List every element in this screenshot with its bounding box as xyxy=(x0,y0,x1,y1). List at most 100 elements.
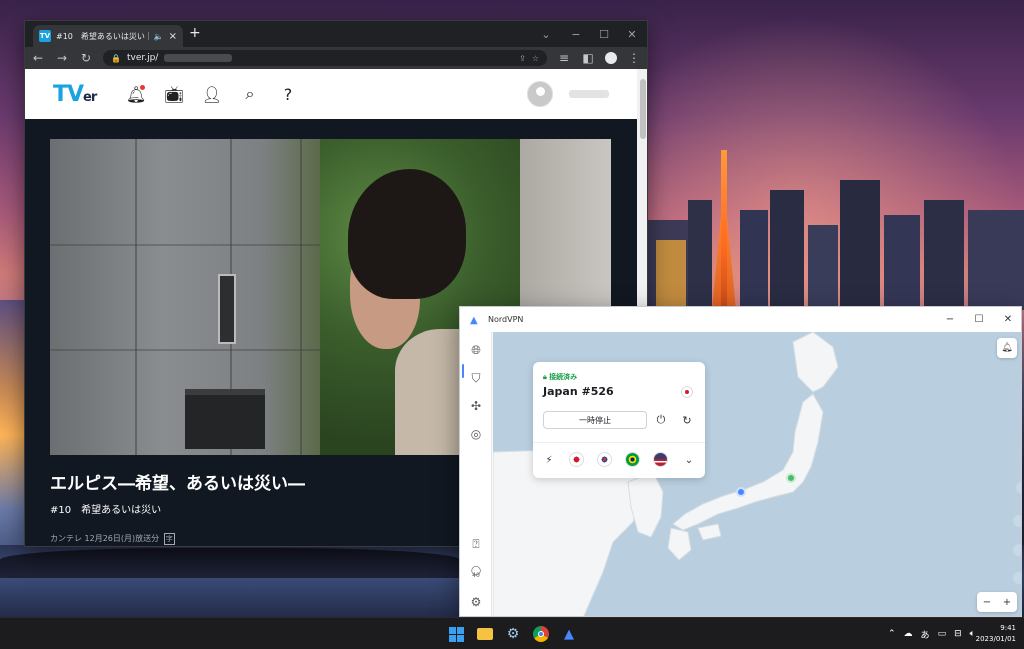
chrome-icon[interactable] xyxy=(531,624,551,644)
clock-date: 2023/01/01 xyxy=(975,635,1016,643)
forward-arrow-icon[interactable]: → xyxy=(55,51,69,65)
caption-badge: 字 xyxy=(163,533,175,545)
tv-icon[interactable]: 📺︎ xyxy=(163,83,185,105)
tokyo-server-pin[interactable] xyxy=(786,473,796,483)
person-hair xyxy=(348,169,466,299)
globe-icon[interactable]: 🌐︎ xyxy=(468,342,484,358)
vpn-map[interactable]: 🔒︎ 接続済み Japan #526 一時停止 ⏻ ↻ ⚡︎ ⌄ 🔔︎ − + xyxy=(493,332,1021,616)
offscreen-pin xyxy=(1013,544,1021,556)
search-icon[interactable]: ⌕ xyxy=(239,83,261,105)
reload-icon[interactable]: ↻ xyxy=(79,51,93,65)
new-tab-button[interactable]: + xyxy=(189,25,201,41)
episode-meta: カンテレ 12月26日(月)放送分 字 xyxy=(50,533,175,545)
notification-dot xyxy=(140,85,145,90)
tab-search-icon[interactable]: ⌄ xyxy=(531,21,561,47)
user-icon[interactable]: 👤︎ xyxy=(201,83,223,105)
scroll-thumb[interactable] xyxy=(640,79,646,139)
nordvpn-titlebar: ▲ NordVPN − ☐ ✕ xyxy=(460,307,1021,332)
clock[interactable]: 9:41 2023/01/01 xyxy=(976,623,1016,645)
help-icon[interactable]: ? xyxy=(277,83,299,105)
ime-indicator[interactable]: あ xyxy=(921,628,930,641)
chevron-down-icon[interactable]: ⌄ xyxy=(681,452,697,468)
target-icon[interactable]: ◎ xyxy=(468,426,484,442)
tver-header: TVer 🔔︎ 📺︎ 👤︎ ⌕ ? xyxy=(25,69,637,119)
mailbox xyxy=(185,389,265,449)
network-icon[interactable]: ⊟ xyxy=(954,629,962,639)
minimize-button[interactable]: − xyxy=(561,21,591,47)
browser-tab[interactable]: TV #10 希望あるいは災い｜TVer 🔈 × xyxy=(33,25,183,47)
close-tab-icon[interactable]: × xyxy=(169,31,177,42)
clock-time: 9:41 xyxy=(1000,624,1016,632)
system-tray: ⌃ ☁ あ ▭ ⊟ 🔈︎ xyxy=(888,618,975,649)
zoom-controls: − + xyxy=(977,592,1017,612)
brazil-flag-quick-icon[interactable] xyxy=(625,452,640,467)
volume-icon[interactable]: 🔈︎ xyxy=(970,629,975,639)
meshnet-icon[interactable]: ✣ xyxy=(468,398,484,414)
refresh-icon[interactable]: ↻ xyxy=(679,412,695,428)
profile-icon[interactable] xyxy=(605,52,617,64)
shield-icon[interactable]: ⛉ xyxy=(468,370,484,386)
bookmark-star-icon[interactable]: ☆ xyxy=(532,54,539,63)
japan-flag-icon xyxy=(681,386,693,398)
browser-toolbar: ← → ↻ 🔒 tver.jp/ ⇪ ☆ ≡ ◧ ⋮ xyxy=(25,47,647,69)
offscreen-pin xyxy=(1016,482,1021,494)
speaker-icon[interactable]: 🔈 xyxy=(154,32,164,41)
display-icon[interactable]: ▭ xyxy=(938,629,947,639)
tver-logo[interactable]: TVer xyxy=(53,82,109,107)
server-name: Japan #526 xyxy=(543,385,614,398)
zoom-in-button[interactable]: + xyxy=(1003,597,1011,608)
redacted-url-path xyxy=(164,54,233,62)
reading-list-icon[interactable]: ≡ xyxy=(557,51,571,65)
file-explorer-icon[interactable] xyxy=(475,624,495,644)
lock-icon: 🔒 xyxy=(111,53,121,63)
bell-icon[interactable]: 🔔︎ xyxy=(125,83,147,105)
share-icon[interactable]: ⇪ xyxy=(519,54,526,63)
broadcast-info: カンテレ 12月26日(月)放送分 xyxy=(50,534,160,543)
pause-button[interactable]: 一時停止 xyxy=(543,411,647,429)
badge-count: 40 xyxy=(472,571,480,579)
usa-flag-quick-icon[interactable] xyxy=(653,452,668,467)
nordvpn-sidebar: 🌐︎ ⛉ ✣ ◎ ⍰ ◯ 40 ⚙︎ xyxy=(460,332,492,616)
lightning-icon[interactable]: ⚡︎ xyxy=(541,452,557,468)
episode-title: エルピス―希望、あるいは災い― xyxy=(50,474,305,494)
avatar[interactable] xyxy=(527,81,553,107)
back-arrow-icon[interactable]: ← xyxy=(31,51,45,65)
korea-flag-quick-icon[interactable] xyxy=(597,452,612,467)
city-skyline xyxy=(648,150,1024,310)
tver-favicon-icon: TV xyxy=(39,30,51,42)
nord-close-button[interactable]: ✕ xyxy=(994,307,1021,332)
notification-bell-icon[interactable]: 🔔︎ xyxy=(997,338,1017,358)
tver-logo-main: TV xyxy=(53,81,84,107)
address-bar[interactable]: 🔒 tver.jp/ ⇪ ☆ xyxy=(103,50,547,66)
nordvpn-title: NordVPN xyxy=(488,315,524,324)
connection-panel: 🔒︎ 接続済み Japan #526 一時停止 ⏻ ↻ ⚡︎ ⌄ xyxy=(533,362,705,478)
side-panel-icon[interactable]: ◧ xyxy=(581,51,595,65)
offscreen-pin xyxy=(1013,515,1021,527)
maximize-button[interactable]: ☐ xyxy=(589,21,619,47)
nordvpn-taskbar-icon[interactable]: ▲ xyxy=(559,624,579,644)
zoom-out-button[interactable]: − xyxy=(983,597,991,608)
menu-kebab-icon[interactable]: ⋮ xyxy=(627,51,641,65)
gear-icon[interactable]: ⚙︎ xyxy=(468,594,484,610)
dark-web-monitor-icon[interactable]: ◯ 40 xyxy=(468,564,484,580)
close-window-button[interactable]: ✕ xyxy=(617,21,647,47)
start-button[interactable] xyxy=(446,624,466,644)
nord-minimize-button[interactable]: − xyxy=(936,307,964,332)
nordvpn-window: ▲ NordVPN − ☐ ✕ 🌐︎ ⛉ ✣ ◎ ⍰ ◯ 40 ⚙︎ 🔒︎ 接続… xyxy=(459,306,1022,617)
episode-subtitle: #10 希望あるいは災い xyxy=(50,505,162,516)
tver-logo-sub: er xyxy=(83,89,97,105)
cloud-icon[interactable]: ☁ xyxy=(904,629,913,639)
japan-flag-quick-icon[interactable] xyxy=(569,452,584,467)
settings-gear-icon[interactable]: ⚙︎ xyxy=(503,624,523,644)
power-icon[interactable]: ⏻ xyxy=(653,412,669,428)
tree-line xyxy=(0,548,460,578)
windows-logo-icon xyxy=(448,626,464,642)
url-text: tver.jp/ xyxy=(126,53,159,63)
chevron-up-icon[interactable]: ⌃ xyxy=(888,629,896,639)
active-indicator xyxy=(462,364,464,378)
connection-status-text: 接続済み xyxy=(549,373,578,381)
osaka-server-pin[interactable] xyxy=(736,487,746,497)
support-icon[interactable]: ⍰ xyxy=(468,536,484,552)
panel-divider xyxy=(533,442,705,443)
nord-maximize-button[interactable]: ☐ xyxy=(965,307,993,332)
